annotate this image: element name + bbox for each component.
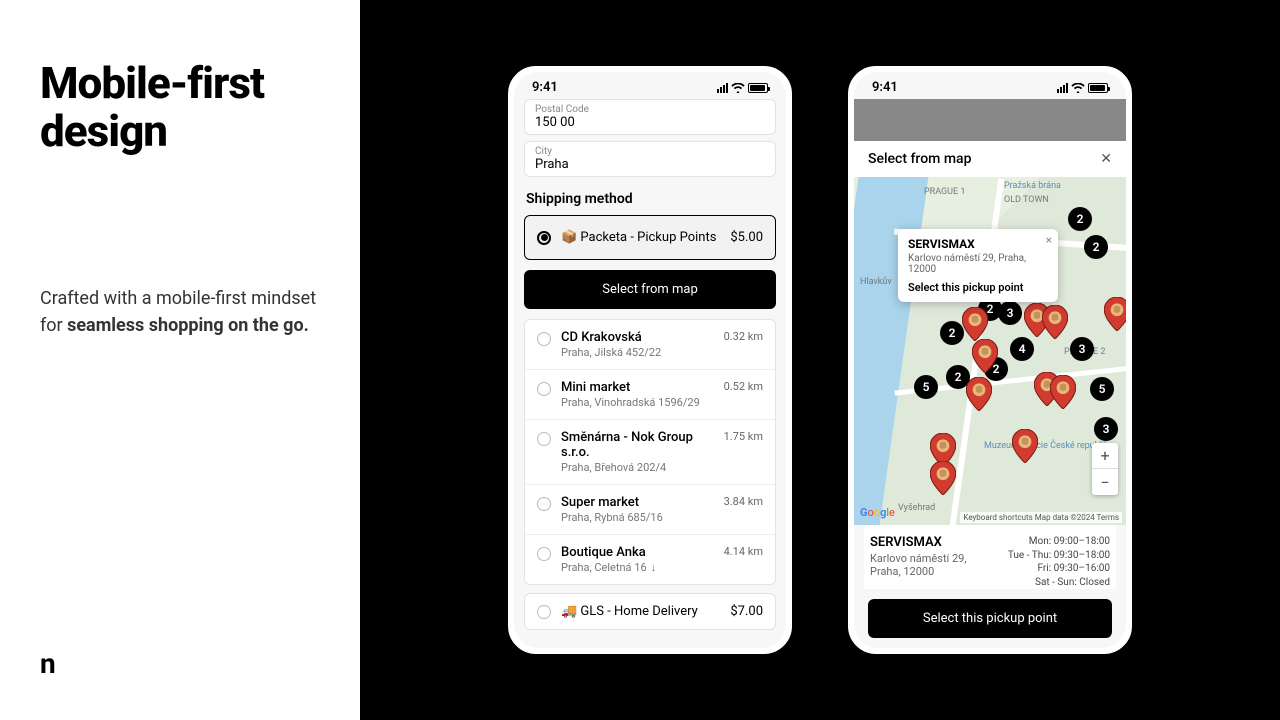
signal-icon — [1057, 83, 1068, 93]
radio-unselected-icon — [537, 382, 551, 396]
status-time: 9:41 — [532, 80, 558, 95]
map-canvas[interactable]: PRAGUE 1 OLD TOWN Pražská brána Muzeum P… — [854, 177, 1126, 525]
city-field[interactable]: City Praha — [524, 141, 776, 177]
pickup-list: CD KrakovskáPraha, Jilská 452/220.32 kmM… — [524, 319, 776, 585]
phone-mock-map: 9:41 Select from map ✕ PR — [842, 60, 1138, 660]
map-pin-icon[interactable] — [1012, 429, 1038, 463]
battery-icon — [748, 83, 768, 93]
shipping-option-packeta[interactable]: 📦 Packeta - Pickup Points $5.00 — [524, 215, 776, 260]
phone-mock-checkout: 9:41 Postal Code 150 00 City Praha Shipp… — [502, 60, 798, 660]
map-cluster[interactable]: 5 — [1090, 377, 1114, 401]
google-logo: Google — [860, 506, 895, 519]
hero-desc: Crafted with a mobile-first mindset for … — [40, 285, 320, 339]
map-sheet-header: Select from map ✕ — [854, 141, 1126, 177]
map-zoom-control: + − — [1092, 443, 1118, 495]
radio-unselected-icon — [537, 605, 551, 619]
popup-close-icon[interactable]: × — [1046, 233, 1052, 247]
map-cluster[interactable]: 3 — [1094, 417, 1118, 441]
map-cluster[interactable]: 4 — [1010, 337, 1034, 361]
pickup-detail: SERVISMAX Karlovo náměstí 29, Praha, 120… — [864, 525, 1116, 589]
select-from-map-button[interactable]: Select from map — [524, 270, 776, 309]
map-cluster[interactable]: 3 — [1070, 337, 1094, 361]
opening-hours: Mon: 09:00–18:00Tue - Thu: 09:30–18:00Fr… — [1008, 535, 1110, 589]
map-pin-icon[interactable] — [930, 461, 956, 495]
hero-title: Mobile-first design — [40, 60, 320, 155]
signal-icon — [717, 83, 728, 93]
brand-logo: n — [40, 647, 320, 680]
postal-code-field[interactable]: Postal Code 150 00 — [524, 99, 776, 135]
zoom-in-button[interactable]: + — [1092, 443, 1118, 469]
shipping-method-heading: Shipping method — [524, 183, 776, 215]
map-pin-icon[interactable] — [966, 377, 992, 411]
close-icon[interactable]: ✕ — [1100, 151, 1112, 167]
radio-selected-icon — [537, 231, 551, 245]
radio-unselected-icon — [537, 497, 551, 511]
pickup-row[interactable]: Boutique AnkaPraha, Celetná 16↓4.14 km — [525, 535, 775, 584]
battery-icon — [1088, 83, 1108, 93]
map-attribution: Keyboard shortcuts Map data ©2024 Terms — [960, 512, 1122, 523]
map-cluster[interactable]: 5 — [914, 375, 938, 399]
wifi-icon — [731, 83, 745, 93]
map-cluster[interactable]: 2 — [1084, 235, 1108, 259]
shipping-option-gls[interactable]: 🚚 GLS - Home Delivery $7.00 — [524, 593, 776, 630]
status-time: 9:41 — [872, 80, 898, 95]
map-cluster[interactable]: 2 — [940, 321, 964, 345]
sheet-backdrop — [854, 99, 1126, 141]
status-bar: 9:41 — [854, 72, 1126, 99]
radio-unselected-icon — [537, 547, 551, 561]
pickup-row[interactable]: Mini marketPraha, Vinohradská 1596/290.5… — [525, 370, 775, 420]
popup-select-link[interactable]: Select this pickup point — [908, 281, 1048, 294]
zoom-out-button[interactable]: − — [1092, 469, 1118, 495]
pickup-row[interactable]: Super marketPraha, Rybná 685/163.84 km — [525, 485, 775, 535]
map-pin-icon[interactable] — [962, 307, 988, 341]
pickup-row[interactable]: Směnárna - Nok Group s.r.o.Praha, Břehov… — [525, 420, 775, 485]
select-pickup-button[interactable]: Select this pickup point — [868, 599, 1112, 638]
radio-unselected-icon — [537, 432, 551, 446]
pickup-row[interactable]: CD KrakovskáPraha, Jilská 452/220.32 km — [525, 320, 775, 370]
radio-unselected-icon — [537, 332, 551, 346]
map-pin-icon[interactable] — [1104, 297, 1126, 331]
map-popup: × SERVISMAX Karlovo náměstí 29, Praha, 1… — [898, 229, 1058, 302]
wifi-icon — [1071, 83, 1085, 93]
map-pin-icon[interactable] — [1042, 305, 1068, 339]
map-pin-icon[interactable] — [1050, 375, 1076, 409]
map-cluster[interactable]: 2 — [1068, 207, 1092, 231]
map-title: Select from map — [868, 151, 971, 167]
status-bar: 9:41 — [514, 72, 786, 99]
map-pin-icon[interactable] — [972, 339, 998, 373]
map-cluster[interactable]: 3 — [998, 301, 1022, 325]
